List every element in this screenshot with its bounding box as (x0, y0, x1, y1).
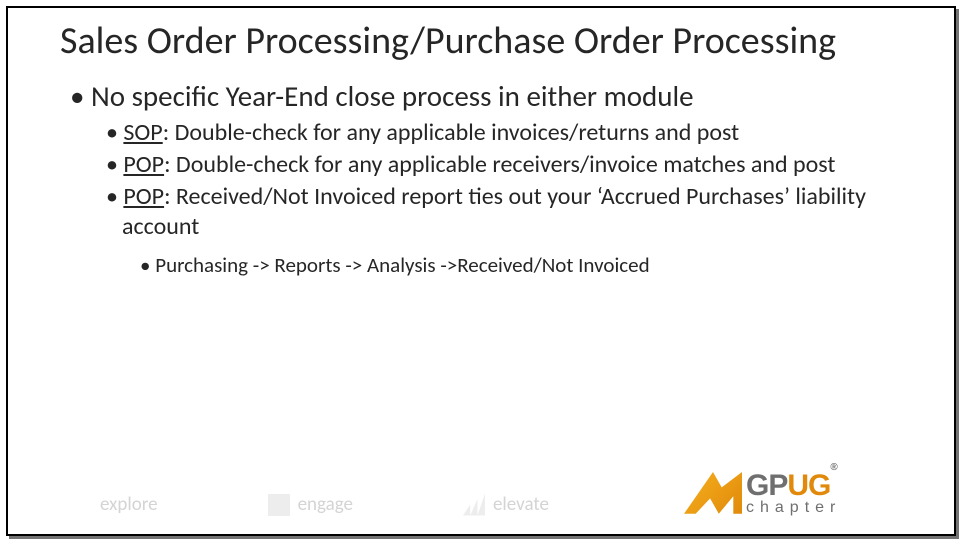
logo-text: GPUG® chapter (746, 474, 841, 514)
footer-word-engage: engage (268, 493, 353, 516)
logo-gp: GP (746, 469, 787, 502)
bullet-text: : Received/Not Invoiced report ties out … (122, 182, 866, 241)
footer-word-elevate: elevate (463, 493, 549, 516)
puzzle-icon (268, 494, 290, 516)
bullet-tag: POP (123, 182, 164, 211)
slide: Sales Order Processing/Purchase Order Pr… (0, 0, 960, 540)
logo-mountain-icon (684, 472, 742, 516)
bullet-lvl3: Purchasing -> Reports -> Analysis ->Rece… (140, 252, 920, 279)
slide-title: Sales Order Processing/Purchase Order Pr… (60, 20, 920, 64)
footer-word-explore: explore (100, 493, 158, 516)
bullet-lvl2: POP: Double-check for any applicable rec… (106, 150, 920, 180)
logo-subtitle: chapter (746, 501, 841, 514)
footer-words: explore engage elevate (100, 493, 549, 516)
slide-content: Sales Order Processing/Purchase Order Pr… (60, 20, 920, 279)
bullet-lvl2: SOP: Double-check for any applicable inv… (106, 118, 920, 148)
bullet-list: No specific Year-End close process in ei… (60, 78, 920, 280)
bullet-tag: SOP (123, 118, 162, 147)
bullet-text: : Double-check for any applicable receiv… (164, 150, 835, 179)
bullet-lvl1: No specific Year-End close process in ei… (70, 78, 920, 114)
footer-word-label: explore (100, 493, 158, 516)
footer-word-label: elevate (493, 493, 549, 516)
footer: explore engage elevate GPUG® chapter (60, 462, 920, 522)
bullet-tag: POP (123, 150, 164, 179)
registered-icon: ® (830, 462, 836, 473)
bullet-lvl2: POP: Received/Not Invoiced report ties o… (106, 182, 920, 242)
stairs-icon (463, 494, 485, 516)
footer-word-label: engage (298, 493, 353, 516)
logo-ug: UG (787, 469, 830, 502)
logo-main: GPUG® (746, 474, 841, 499)
bullet-text: : Double-check for any applicable invoic… (163, 118, 739, 147)
gpug-logo: GPUG® chapter (684, 466, 914, 522)
